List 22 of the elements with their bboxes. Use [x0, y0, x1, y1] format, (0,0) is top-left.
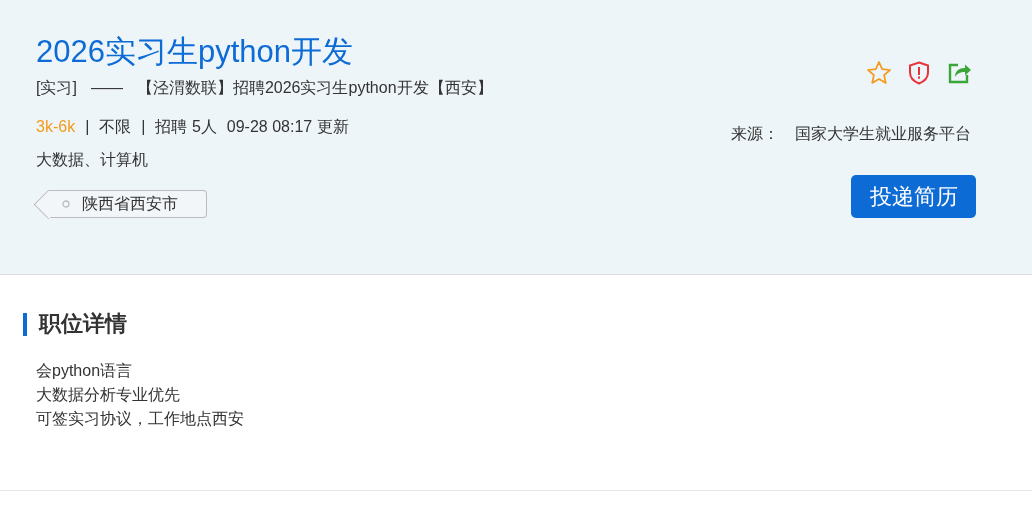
hole-icon — [62, 200, 70, 208]
meta-text: 不限 — [99, 117, 132, 137]
job-type: [实习] — [36, 78, 77, 98]
detail-line: 大数据分析专业优先 — [36, 385, 181, 405]
separator: | — [85, 117, 90, 137]
source-label: 来源： — [731, 124, 779, 144]
meta-text: 09-28 08:17 更新 — [226, 117, 349, 137]
detail-line: 会python语言 — [36, 361, 134, 381]
salary-text: 3k-6k — [36, 117, 76, 137]
star-icon[interactable] — [866, 60, 892, 86]
job-title: 2026实习生python开发 — [36, 34, 355, 70]
major-text: 大数据、计算机 — [36, 150, 149, 170]
separator: | — [141, 117, 146, 137]
section-heading: 职位详情 — [39, 311, 127, 337]
dash-separator: —— — [90, 78, 123, 98]
shield-alert-icon[interactable] — [906, 60, 932, 86]
source-text: 国家大学生就业服务平台 — [795, 124, 971, 144]
detail-line: 可签实习协议，工作地点西安 — [36, 409, 245, 429]
meta-text: 招聘 5人 — [155, 117, 217, 137]
apply-button[interactable]: 投递简历 — [851, 175, 976, 218]
heading-marker — [23, 312, 27, 336]
job-full-title: 【泾渭数联】招聘2026实习生python开发【西安】 — [136, 78, 493, 98]
